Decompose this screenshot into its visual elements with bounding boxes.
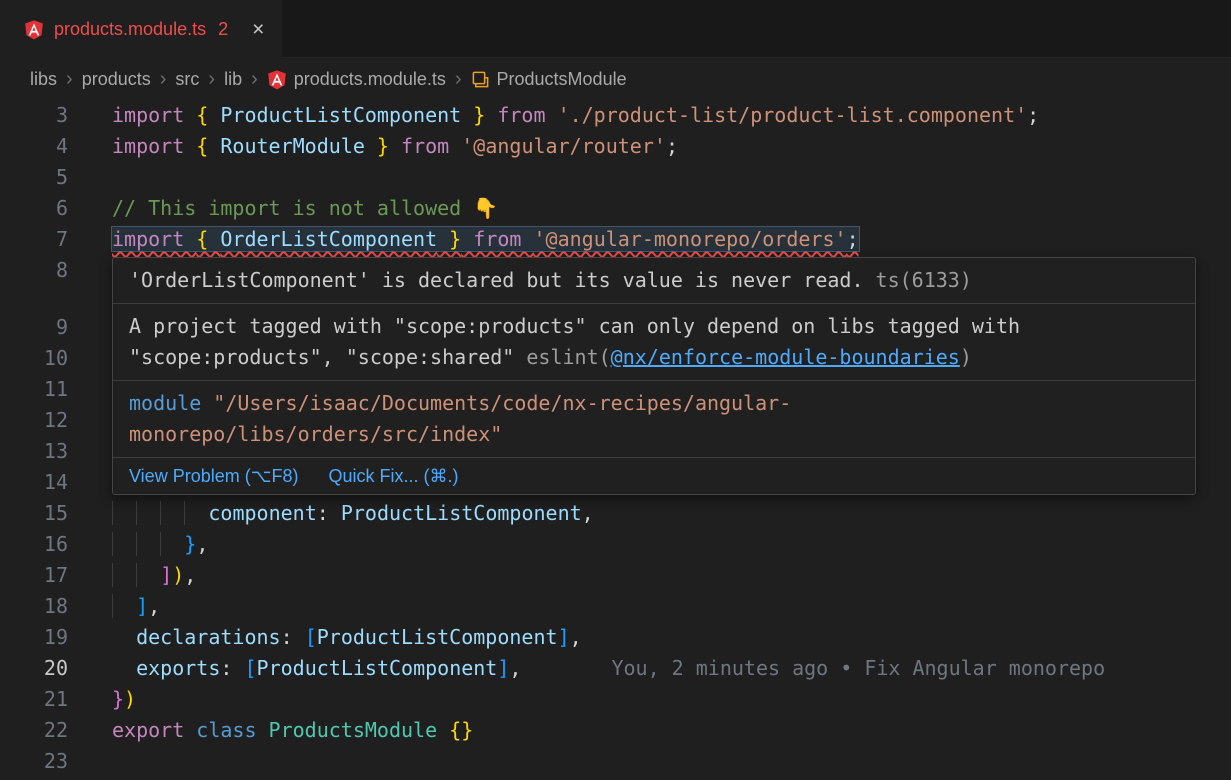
- line-number[interactable]: 22: [0, 715, 68, 746]
- code-text: component: ProductListComponent,: [112, 501, 594, 525]
- line-number[interactable]: 16: [0, 529, 68, 560]
- line-number[interactable]: 17: [0, 560, 68, 591]
- breadcrumb-item-products-module-ts[interactable]: products.module.ts: [267, 69, 446, 90]
- line-number[interactable]: 14: [0, 467, 68, 498]
- tab-error-count-badge: 2: [218, 19, 228, 40]
- line-number[interactable]: 20: [0, 653, 68, 684]
- tab-bar: products.module.ts 2 ×: [0, 0, 1231, 58]
- hover-actions: View Problem (⌥F8) Quick Fix... (⌘.): [113, 458, 1195, 494]
- line-number[interactable]: 23: [0, 746, 68, 777]
- code-editor: 3 import { ProductListComponent } from '.…: [0, 100, 1231, 777]
- breadcrumb-separator: ›: [251, 69, 258, 89]
- hover-section-1: 'OrderListComponent' is declared but its…: [113, 258, 1195, 304]
- indent-guide: [112, 501, 136, 525]
- line-number[interactable]: 21: [0, 684, 68, 715]
- breadcrumb-item-products[interactable]: products: [82, 69, 151, 90]
- indent-guide: [112, 594, 136, 618]
- code-line-23[interactable]: 23: [0, 746, 1231, 777]
- line-number[interactable]: 13: [0, 436, 68, 467]
- indent-guide: [112, 563, 136, 587]
- line-number[interactable]: 8: [0, 255, 68, 286]
- code-line-4[interactable]: 4 import { RouterModule } from '@angular/…: [0, 131, 1231, 162]
- hover-popup: 'OrderListComponent' is declared but its…: [112, 257, 1196, 495]
- indent-guide: [160, 501, 184, 525]
- breadcrumb-separator: ›: [455, 69, 462, 89]
- code-line-5[interactable]: 5: [0, 162, 1231, 193]
- line-number[interactable]: 5: [0, 162, 68, 193]
- code-text: declarations: [ProductListComponent],: [112, 625, 582, 649]
- eslint-rule-link[interactable]: @nx/enforce-module-boundaries: [611, 345, 960, 369]
- line-number[interactable]: 7: [0, 224, 68, 255]
- breadcrumb: libs › products › src › lib › products.module.ts…: [0, 58, 1231, 100]
- indent-guide: [136, 563, 160, 587]
- breadcrumb-label: src: [175, 69, 199, 90]
- line-number[interactable]: 15: [0, 498, 68, 529]
- breadcrumb-item-libs[interactable]: libs: [30, 69, 57, 90]
- indent-guide: [112, 532, 136, 556]
- breadcrumb-label: libs: [30, 69, 57, 90]
- line-number[interactable]: 10: [0, 343, 68, 374]
- breadcrumb-label: lib: [224, 69, 242, 90]
- breadcrumb-item-src[interactable]: src: [175, 69, 199, 90]
- quick-fix-action[interactable]: Quick Fix... (⌘.): [328, 465, 458, 487]
- indent-guide: [184, 501, 208, 525]
- code-line-18[interactable]: 18 ],: [0, 591, 1231, 622]
- code-text: export class ProductsModule {}: [112, 718, 473, 742]
- code-line-7[interactable]: 7 import { OrderListComponent } from '@an…: [0, 224, 1231, 255]
- breadcrumb-label: products: [82, 69, 151, 90]
- code-line-16[interactable]: 16 },: [0, 529, 1231, 560]
- code-text: import { OrderListComponent } from '@ang…: [112, 227, 859, 251]
- code-text: // This import is not allowed 👇: [112, 196, 498, 220]
- breadcrumb-label: products.module.ts: [294, 69, 446, 90]
- line-number[interactable]: 9: [0, 312, 68, 343]
- angular-icon: [267, 69, 287, 90]
- code-line-20[interactable]: 20 exports: [ProductListComponent], You, …: [0, 653, 1231, 684]
- git-blame-annotation: You, 2 minutes ago • Fix Angular monorep…: [611, 656, 1105, 680]
- line-number[interactable]: 18: [0, 591, 68, 622]
- line-number[interactable]: 3: [0, 100, 68, 131]
- breadcrumb-item-productsmodule[interactable]: ProductsModule: [471, 69, 627, 90]
- code-text: import { RouterModule } from '@angular/r…: [112, 134, 678, 158]
- tab-products-module[interactable]: products.module.ts 2 ×: [0, 0, 282, 58]
- code-text: }): [112, 687, 136, 711]
- breadcrumb-item-lib[interactable]: lib: [224, 69, 242, 90]
- indent-guide: [136, 532, 160, 556]
- hover-section-3: module "/Users/isaac/Documents/code/nx-r…: [113, 381, 1195, 458]
- line-number[interactable]: 19: [0, 622, 68, 653]
- breadcrumb-separator: ›: [66, 69, 73, 89]
- line-number[interactable]: 4: [0, 131, 68, 162]
- line-number[interactable]: 11: [0, 374, 68, 405]
- code-line-19[interactable]: 19 declarations: [ProductListComponent],: [0, 622, 1231, 653]
- code-line-17[interactable]: 17 ]),: [0, 560, 1231, 591]
- tab-label: products.module.ts: [54, 19, 206, 40]
- class-icon: [471, 70, 490, 89]
- indent-guide: [160, 532, 184, 556]
- code-text: ],: [112, 594, 160, 618]
- code-text: ]),: [112, 563, 196, 587]
- indent-guide: [136, 501, 160, 525]
- close-icon[interactable]: ×: [252, 19, 264, 40]
- code-line-3[interactable]: 3 import { ProductListComponent } from '.…: [0, 100, 1231, 131]
- code-text: exports: [ProductListComponent],: [112, 656, 521, 680]
- breadcrumb-separator: ›: [208, 69, 215, 89]
- breadcrumb-label: ProductsModule: [497, 69, 627, 90]
- code-line-6[interactable]: 6 // This import is not allowed 👇: [0, 193, 1231, 224]
- hover-section-2: A project tagged with "scope:products" c…: [113, 304, 1195, 381]
- code-line-15[interactable]: 15 component: ProductListComponent,: [0, 498, 1231, 529]
- code-line-22[interactable]: 22 export class ProductsModule {}: [0, 715, 1231, 746]
- line-number[interactable]: 12: [0, 405, 68, 436]
- line-number[interactable]: 6: [0, 193, 68, 224]
- view-problem-action[interactable]: View Problem (⌥F8): [129, 465, 298, 487]
- breadcrumb-separator: ›: [160, 69, 167, 89]
- angular-icon: [24, 19, 44, 40]
- code-line-21[interactable]: 21}): [0, 684, 1231, 715]
- code-text: import { ProductListComponent } from './…: [112, 103, 1039, 127]
- code-text: },: [112, 532, 208, 556]
